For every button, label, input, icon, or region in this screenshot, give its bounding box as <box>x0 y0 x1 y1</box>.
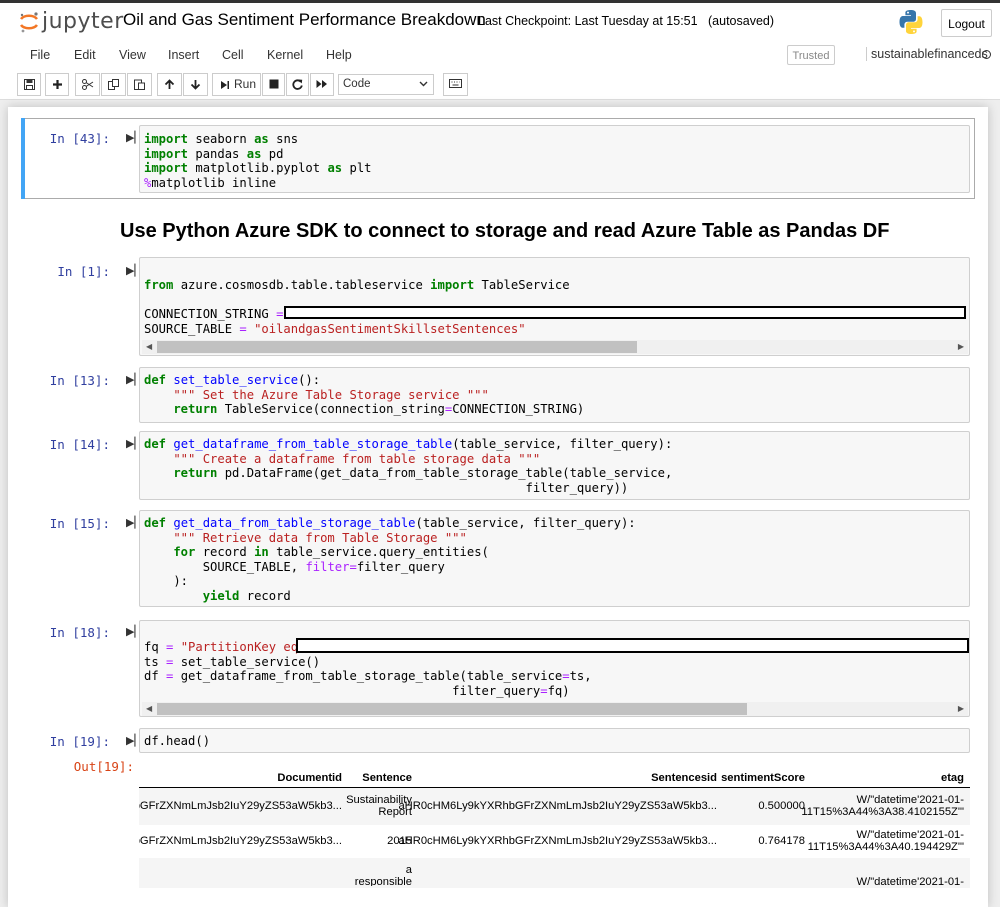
menu-edit[interactable]: Edit <box>74 48 96 62</box>
cell-prompt: In [19]: <box>49 734 110 749</box>
scroll-right-icon[interactable]: ▶ <box>958 704 964 713</box>
jupyter-logo-icon <box>19 12 39 33</box>
menu-view[interactable]: View <box>119 48 146 62</box>
column-header: etag <box>940 772 964 784</box>
menu-cell[interactable]: Cell <box>222 48 244 62</box>
table-cell: W/"datetime'2021-01- 11T15%3A44%3A40.1944… <box>807 829 964 853</box>
cell-prompt: In [18]: <box>49 625 110 640</box>
restart-button[interactable] <box>286 73 309 96</box>
menu-help[interactable]: Help <box>326 48 352 62</box>
scissors-icon <box>81 79 93 90</box>
copy-icon <box>107 79 119 90</box>
checkpoint-status: Last Checkpoint: Last Tuesday at 15:51 (… <box>478 14 775 28</box>
stop-icon <box>269 79 278 89</box>
cut-button[interactable] <box>75 73 100 96</box>
kernel-idle-indicator <box>982 50 991 59</box>
horizontal-scrollbar[interactable]: ◀ ▶ <box>142 702 968 716</box>
save-icon <box>23 79 35 90</box>
selected-cell-indicator <box>21 118 25 199</box>
save-button[interactable] <box>17 73 41 96</box>
cell-prompt: In [1]: <box>57 264 110 279</box>
notebook-header: jupyter Oil and Gas Sentiment Performanc… <box>0 3 1000 40</box>
restart-icon <box>292 79 303 90</box>
paste-icon <box>133 79 145 90</box>
code-input[interactable]: def get_dataframe_from_table_storage_tab… <box>139 431 970 500</box>
run-label: Run <box>234 77 257 91</box>
dataframe-output: Documentid Sentence Sentencesid sentimen… <box>139 766 970 886</box>
table-cell: W/"datetime'2021-01- 11T15%3A44%3A38.4102… <box>801 794 964 818</box>
command-palette-button[interactable] <box>443 73 468 96</box>
run-button[interactable]: Run <box>212 73 261 96</box>
scrollbar-thumb[interactable] <box>157 341 637 353</box>
cell-type-value: Code <box>343 78 371 90</box>
scroll-left-icon[interactable]: ◀ <box>146 704 152 713</box>
jupyter-logo[interactable]: jupyter <box>18 8 123 38</box>
code-text: import seaborn as sns import pandas as p… <box>144 132 372 190</box>
paste-button[interactable] <box>127 73 152 96</box>
trusted-indicator[interactable]: Trusted <box>787 45 835 65</box>
redacted-connection-string <box>284 306 966 319</box>
step-forward-icon <box>221 81 229 89</box>
column-header: Documentid <box>277 772 342 784</box>
scroll-right-icon[interactable]: ▶ <box>958 342 964 351</box>
arrow-down-icon <box>190 80 201 90</box>
insert-cell-button[interactable] <box>45 73 69 96</box>
python-logo-icon <box>899 10 923 34</box>
copy-button[interactable] <box>101 73 126 96</box>
menu-bar: File Edit View Insert Cell Kernel Help <box>0 40 1000 70</box>
menu-insert[interactable]: Insert <box>168 48 199 62</box>
jupyter-wordmark: jupyter <box>42 9 124 34</box>
cell-prompt: In [14]: <box>49 437 110 452</box>
column-header: sentimentScore <box>721 772 805 784</box>
scroll-left-icon[interactable]: ◀ <box>146 342 152 351</box>
output-prompt: Out[19]: <box>73 759 134 774</box>
table-cell: aHR0cHM6Ly9kYXRhbGFrZXNmLmJsb2IuY29yZS53… <box>398 835 717 847</box>
code-input[interactable]: def get_data_from_table_storage_table(ta… <box>139 510 970 607</box>
table-cell: 0.764178 <box>758 835 805 847</box>
code-input[interactable]: import seaborn as sns import pandas as p… <box>139 125 970 193</box>
code-text: df.head() <box>144 734 211 748</box>
interrupt-button[interactable] <box>262 73 285 96</box>
table-cell: 0.500000 <box>758 800 805 812</box>
column-header: Sentencesid <box>651 772 717 784</box>
cell-prompt: In [13]: <box>49 373 110 388</box>
move-up-button[interactable] <box>157 73 182 96</box>
keyboard-icon <box>449 79 462 88</box>
code-input[interactable]: df.head() <box>139 728 970 753</box>
code-input[interactable]: def set_table_service(): """ Set the Azu… <box>139 367 970 423</box>
plus-icon <box>52 80 62 89</box>
arrow-up-icon <box>164 79 175 89</box>
code-text: def set_table_service(): """ Set the Azu… <box>144 373 585 416</box>
menu-file[interactable]: File <box>30 48 50 62</box>
kernel-name[interactable]: sustainablefinanceds <box>866 47 988 61</box>
fast-forward-icon <box>316 80 327 88</box>
code-input[interactable]: fq = "PartitionKey eq ' ts = set_table_s… <box>139 620 970 717</box>
menu-kernel[interactable]: Kernel <box>267 48 303 62</box>
table-cell: RhbGFrZXNmLmJsb2IuY29yZS53aW5kb3... <box>139 800 342 812</box>
logout-button[interactable]: Logout <box>941 9 992 37</box>
table-cell: aHR0cHM6Ly9kYXRhbGFrZXNmLmJsb2IuY29yZS53… <box>398 800 717 812</box>
column-header: Sentence <box>362 772 412 784</box>
restart-run-all-button[interactable] <box>310 73 334 96</box>
cell-type-select[interactable]: Code <box>338 74 434 95</box>
cell-prompt: In [43]: <box>49 131 110 146</box>
move-down-button[interactable] <box>183 73 208 96</box>
table-cell: RhbGFrZXNmLmJsb2IuY29yZS53aW5kb3... <box>139 835 342 847</box>
table-cell: W/"datetime'2021-01- <box>856 876 964 886</box>
code-text: def get_data_from_table_storage_table(ta… <box>144 516 636 603</box>
notebook-title[interactable]: Oil and Gas Sentiment Performance Breakd… <box>123 10 486 30</box>
redacted-partition-key <box>296 638 969 653</box>
chevron-down-icon <box>419 81 428 87</box>
table-cell: a responsible <box>354 864 412 886</box>
horizontal-scrollbar[interactable]: ◀ ▶ <box>142 340 968 354</box>
cell-prompt: In [15]: <box>49 516 110 531</box>
markdown-heading: Use Python Azure SDK to connect to stora… <box>120 220 890 242</box>
code-text: def get_dataframe_from_table_storage_tab… <box>144 437 673 495</box>
scrollbar-thumb[interactable] <box>157 703 747 715</box>
